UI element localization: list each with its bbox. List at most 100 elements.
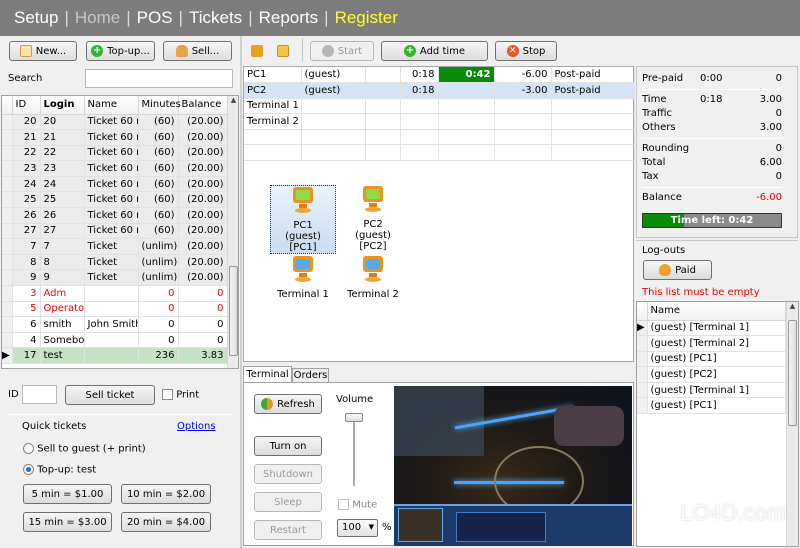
terminal-tile[interactable]: PC1 (guest) [PC1]: [270, 185, 336, 254]
mute-checkbox-box[interactable]: [338, 499, 349, 510]
restart-button[interactable]: Restart: [254, 520, 322, 540]
user-login: 23: [40, 160, 85, 177]
user-row[interactable]: 8 8 Ticket (unlim) (20.00): [2, 254, 228, 271]
user-row[interactable]: 4Somebody 00: [2, 332, 228, 349]
mute-checkbox[interactable]: Mute: [338, 499, 377, 511]
user-login: 22: [40, 145, 85, 162]
print-checkbox-box[interactable]: [162, 389, 173, 400]
scroll-up-icon[interactable]: ▲: [228, 96, 238, 104]
col-name[interactable]: Name: [84, 96, 139, 115]
nav-pos[interactable]: POS: [137, 8, 173, 28]
stop-button[interactable]: ✕ Stop: [495, 41, 557, 61]
user-row[interactable]: 2020Ticket 60 mir(60)(20.00): [2, 114, 228, 131]
session-user: (guest): [301, 67, 366, 84]
volume-track[interactable]: [353, 414, 355, 486]
quick-ticket-20min[interactable]: 20 min = $4.00: [121, 512, 211, 532]
user-login: 9: [40, 269, 85, 287]
options-link[interactable]: Options: [177, 421, 216, 432]
topup-button[interactable]: + Top-up...: [86, 41, 155, 61]
col-id[interactable]: ID: [12, 96, 41, 115]
terminal-tile[interactable]: Terminal 2: [340, 255, 406, 300]
terminal-name: Terminal 2: [347, 289, 399, 300]
user-row[interactable]: 2323Ticket 60 mir(60)(20.00): [2, 160, 228, 177]
quick-ticket-15min[interactable]: 15 min = $3.00: [23, 512, 112, 532]
users-table: ID Login Name Minutes Balance 20 20 Ticket…: [1, 95, 239, 369]
paid-button[interactable]: Paid: [643, 260, 712, 280]
nav-setup[interactable]: Setup: [14, 8, 58, 28]
radio-sell-guest[interactable]: Sell to guest (+ print): [23, 443, 146, 455]
print-checkbox[interactable]: Print: [162, 389, 199, 401]
add-time-button[interactable]: + Add time: [381, 41, 488, 61]
session-row[interactable]: Terminal 1: [244, 98, 635, 115]
quick-ticket-5min[interactable]: 5 min = $1.00: [23, 484, 112, 504]
user-row[interactable]: 2424Ticket 60 mir(60)(20.00): [2, 176, 228, 193]
start-button[interactable]: Start: [310, 41, 374, 61]
user-balance: (20.00): [178, 160, 228, 177]
turn-on-button[interactable]: Turn on: [254, 436, 322, 456]
shutdown-button[interactable]: Shutdown: [254, 464, 322, 484]
user-row[interactable]: 3 Adm 0 0: [2, 285, 228, 302]
nav-tickets[interactable]: Tickets: [189, 8, 242, 28]
col-login[interactable]: Login: [40, 96, 85, 115]
refresh-icon: [261, 398, 274, 410]
user-row[interactable]: 5 Operator 0 0: [2, 301, 228, 318]
session-row[interactable]: Terminal 2: [244, 113, 635, 130]
user-minutes: 0: [138, 316, 179, 333]
user-row[interactable]: 2626Ticket 60 mir(60)(20.00): [2, 207, 228, 224]
volume-slider-thumb[interactable]: [345, 413, 363, 422]
logout-row[interactable]: (guest) [PC1]: [637, 351, 786, 368]
user-row[interactable]: 7 7 Ticket (unlim) (20.00): [2, 238, 228, 255]
user-row[interactable]: 2525Ticket 60 mir(60)(20.00): [2, 191, 228, 209]
terminal-tile[interactable]: PC2 (guest) [PC2]: [340, 185, 406, 252]
radio-button-selected[interactable]: [23, 464, 34, 475]
session-terminal: PC2: [244, 82, 302, 99]
sleep-button[interactable]: Sleep: [254, 492, 322, 512]
new-button[interactable]: New...: [9, 41, 77, 61]
switch-terminal-icon[interactable]: [251, 45, 263, 57]
summary-tax: Tax 0: [642, 171, 782, 182]
logout-row[interactable]: (guest) [Terminal 1]: [637, 382, 786, 399]
nav-register[interactable]: Register: [335, 8, 398, 28]
logout-row[interactable]: ▶ (guest) [Terminal 1]: [637, 320, 786, 337]
row-indicator: [637, 382, 648, 399]
user-row[interactable]: 6 smith John Smith 0 0: [2, 316, 228, 333]
scroll-thumb[interactable]: [229, 266, 238, 356]
session-row[interactable]: PC2 (guest) 0:18 -3.00 Post-paid: [244, 82, 635, 99]
scroll-up-icon[interactable]: ▲: [787, 302, 798, 310]
tab-terminal[interactable]: Terminal: [243, 366, 292, 383]
logout-row[interactable]: (guest) [PC2]: [637, 366, 786, 383]
sell-button[interactable]: Sell...: [163, 41, 232, 61]
id-input[interactable]: [22, 385, 57, 404]
sessions-panel: PC1 (guest) 0:18 0:42 -6.00 Post-paid PC2 (gues…: [243, 66, 635, 362]
radio-topup[interactable]: Top-up: test: [23, 464, 96, 476]
nav-reports[interactable]: Reports: [259, 8, 319, 28]
nav-home[interactable]: Home: [75, 8, 120, 28]
logout-row[interactable]: (guest) [Terminal 2]: [637, 335, 786, 352]
scroll-thumb[interactable]: [788, 320, 797, 426]
logouts-scrollbar[interactable]: ▲: [786, 302, 798, 546]
col-minutes[interactable]: Minutes: [138, 96, 181, 115]
col-balance[interactable]: Balance: [178, 96, 228, 115]
user-row[interactable]: ▶ 17 test 236 3.83: [2, 347, 228, 364]
user-name: Ticket 60 mir: [84, 145, 139, 162]
col-logout-name[interactable]: Name: [647, 302, 786, 321]
volume-select[interactable]: 100 ▼: [337, 519, 378, 537]
terminal-tile[interactable]: Terminal 1: [270, 255, 336, 300]
logout-row[interactable]: (guest) [PC1]: [637, 397, 786, 415]
user-row[interactable]: 9 9 Ticket (unlim) (20.00): [2, 269, 228, 287]
user-row[interactable]: 2727Ticket 60 mir(60)(20.00): [2, 223, 228, 240]
user-row[interactable]: 2121Ticket 60 mir(60)(20.00): [2, 129, 228, 146]
sell-ticket-button[interactable]: Sell ticket: [65, 385, 155, 405]
user-minutes: (60): [138, 145, 179, 162]
user-login: 8: [40, 254, 85, 271]
user-row[interactable]: 2222Ticket 60 mir(60)(20.00): [2, 145, 228, 162]
session-row[interactable]: PC1 (guest) 0:18 0:42 -6.00 Post-paid: [244, 67, 635, 84]
splitter[interactable]: [240, 36, 242, 548]
tab-orders[interactable]: Orders: [292, 368, 329, 383]
report-icon[interactable]: [277, 45, 289, 57]
quick-ticket-10min[interactable]: 10 min = $2.00: [121, 484, 211, 504]
radio-button[interactable]: [23, 443, 34, 454]
refresh-button[interactable]: Refresh: [254, 394, 322, 414]
search-input[interactable]: [85, 69, 233, 88]
users-scrollbar[interactable]: ▲: [227, 96, 238, 368]
